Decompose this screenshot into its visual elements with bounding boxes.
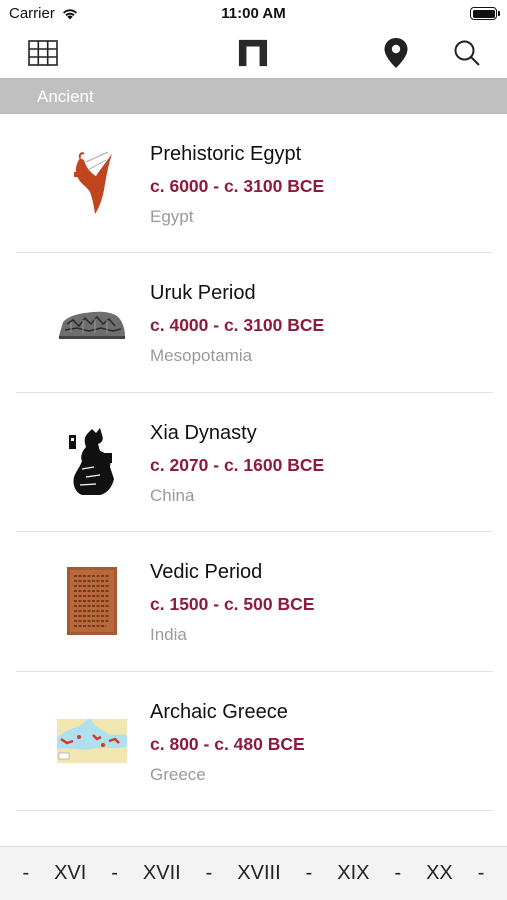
status-bar: Carrier 11:00 AM bbox=[0, 0, 507, 28]
period-dates: c. 2070 - c. 1600 BCE bbox=[150, 454, 325, 475]
manuscript-thumbnail bbox=[55, 564, 129, 638]
century-xviii[interactable]: XVIII bbox=[237, 862, 280, 885]
egyptian-figure-thumbnail bbox=[55, 146, 129, 220]
century-xx[interactable]: XX bbox=[426, 862, 453, 885]
period-region: Greece bbox=[150, 764, 206, 784]
period-title: Xia Dynasty bbox=[150, 421, 257, 444]
period-title: Prehistoric Egypt bbox=[150, 143, 302, 165]
location-pin-icon[interactable] bbox=[381, 38, 411, 68]
century-xvii[interactable]: XVII bbox=[143, 862, 181, 885]
century-separator: - bbox=[305, 862, 313, 884]
century-xix[interactable]: XIX bbox=[337, 862, 369, 885]
century-separator: - bbox=[394, 862, 402, 884]
list-item[interactable]: Vedic Period c. 1500 - c. 500 BCE India bbox=[0, 532, 507, 672]
list-item[interactable]: Prehistoric Egypt c. 6000 - c. 3100 BCE … bbox=[0, 114, 507, 254]
century-separator: - bbox=[205, 862, 213, 884]
century-xvi[interactable]: XVI bbox=[54, 862, 86, 885]
carved-relief-thumbnail bbox=[55, 285, 129, 359]
century-separator: - bbox=[477, 862, 485, 884]
period-region: China bbox=[150, 485, 195, 505]
list-item[interactable]: Archaic Greece c. 800 - c. 480 BCE Greec… bbox=[0, 672, 507, 812]
period-dates: c. 800 - c. 480 BCE bbox=[150, 733, 305, 754]
grid-icon[interactable] bbox=[28, 38, 58, 68]
period-dates: c. 4000 - c. 3100 BCE bbox=[150, 315, 325, 336]
search-icon[interactable] bbox=[452, 38, 482, 68]
battery-level bbox=[472, 9, 495, 18]
period-dates: c. 6000 - c. 3100 BCE bbox=[150, 176, 325, 196]
map-thumbnail bbox=[55, 704, 129, 778]
century-separator: - bbox=[111, 862, 118, 884]
century-navigator: - XVI - XVII - XVIII - XIX - XX - bbox=[0, 846, 507, 900]
period-region: India bbox=[150, 625, 187, 645]
period-title: Archaic Greece bbox=[150, 700, 288, 723]
pantheon-logo[interactable] bbox=[238, 38, 268, 68]
period-region: Mesopotamia bbox=[150, 346, 253, 366]
period-region: Egypt bbox=[150, 207, 194, 226]
section-header: Ancient bbox=[0, 78, 507, 114]
section-title: Ancient bbox=[37, 87, 94, 106]
figure-drawing-thumbnail bbox=[55, 425, 129, 499]
list-item[interactable]: Xia Dynasty c. 2070 - c. 1600 BCE China bbox=[0, 393, 507, 533]
period-title: Uruk Period bbox=[150, 282, 256, 305]
status-time: 11:00 AM bbox=[221, 5, 286, 22]
century-separator: - bbox=[22, 862, 30, 884]
nav-bar bbox=[0, 28, 507, 78]
battery-icon bbox=[470, 7, 500, 20]
period-dates: c. 1500 - c. 500 BCE bbox=[150, 594, 315, 615]
list-item[interactable]: Uruk Period c. 4000 - c. 3100 BCE Mesopo… bbox=[0, 253, 507, 394]
period-title: Vedic Period bbox=[150, 561, 263, 584]
period-list: Prehistoric Egypt c. 6000 - c. 3100 BCE … bbox=[0, 114, 507, 812]
